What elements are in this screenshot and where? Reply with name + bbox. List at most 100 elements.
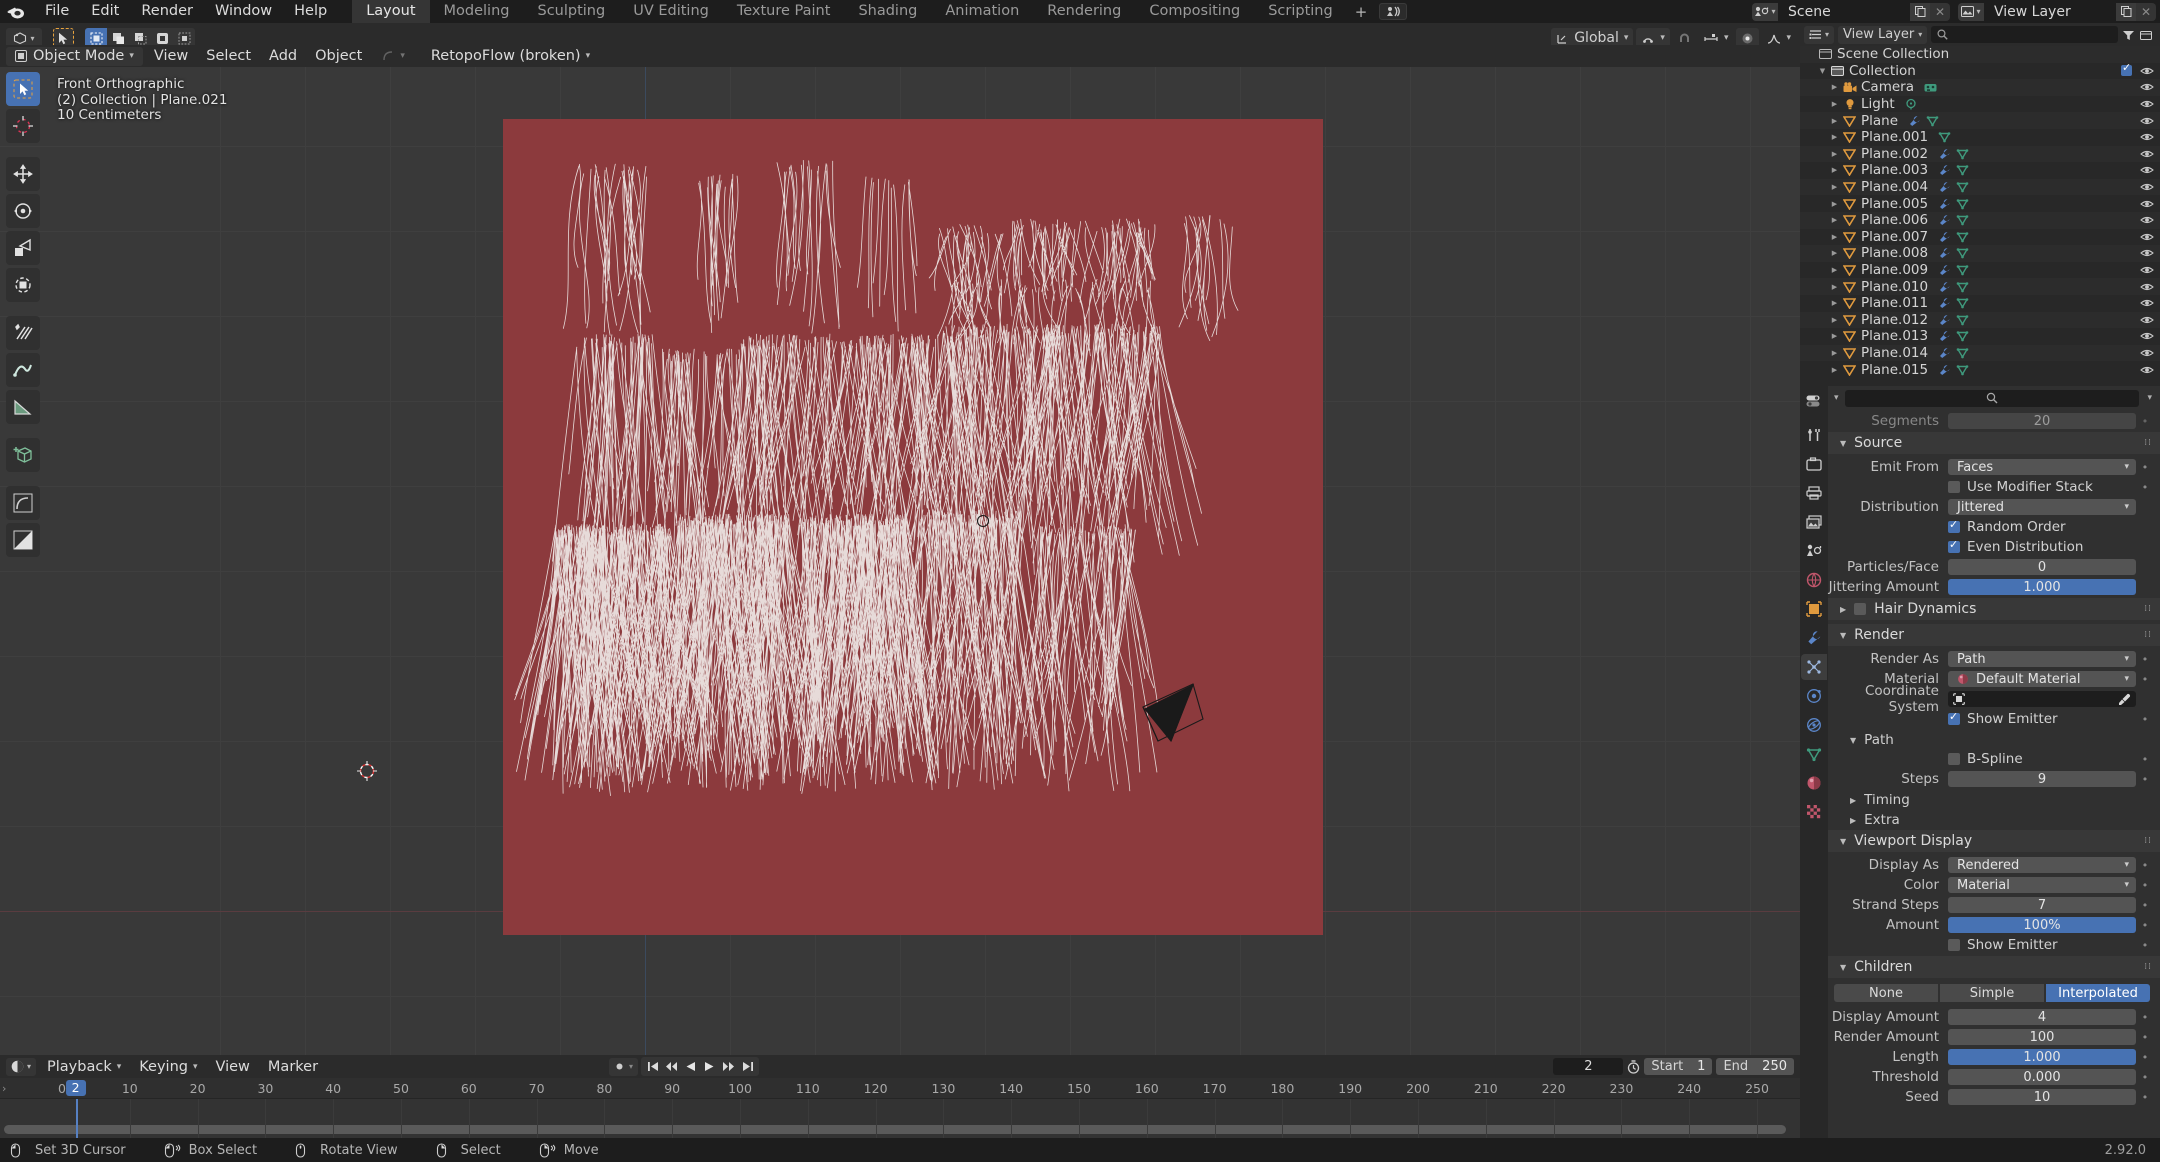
- 3d-viewport[interactable]: Front Orthographic (2) Collection | Plan…: [0, 67, 1800, 1055]
- mesh-data-icon[interactable]: [1956, 330, 1969, 342]
- children-mode-interpolated[interactable]: Interpolated: [2046, 984, 2150, 1002]
- picker-coordinate-system[interactable]: [1948, 691, 2136, 707]
- workspace-tab-layout[interactable]: Layout: [352, 0, 430, 23]
- properties-editor-type-button[interactable]: [1801, 388, 1827, 414]
- workspace-tab-sculpting[interactable]: Sculpting: [523, 0, 619, 23]
- properties-section-render[interactable]: ▼ Render ⁞⁞: [1828, 624, 2160, 646]
- tool-measure[interactable]: [6, 353, 40, 387]
- tool-scale[interactable]: [6, 231, 40, 265]
- checkbox[interactable]: [1948, 939, 1960, 951]
- chevron-down-icon[interactable]: ▾: [1786, 33, 1791, 43]
- dropdown-color[interactable]: Material ▾: [1948, 877, 2136, 893]
- outliner-row[interactable]: ▶ Plane.003: [1800, 162, 2160, 179]
- outliner-item-label[interactable]: Camera: [1858, 79, 1914, 95]
- snap-pivot-button[interactable]: ▾: [373, 47, 414, 66]
- checkbox-even-distribution[interactable]: Even Distribution: [1948, 538, 2136, 555]
- dropdown-distribution[interactable]: Jittered ▾: [1948, 499, 2136, 515]
- dropdown-emit-from[interactable]: Faces ▾: [1948, 459, 2136, 475]
- stopwatch-icon[interactable]: [1627, 1059, 1640, 1074]
- end-frame-field[interactable]: End 250: [1716, 1058, 1794, 1075]
- tool-corner-shape[interactable]: [6, 486, 40, 520]
- animate-decorator-icon[interactable]: •: [2140, 461, 2150, 474]
- workspace-tab-shading[interactable]: Shading: [844, 0, 931, 23]
- outliner-item-label[interactable]: Plane.014: [1858, 345, 1928, 361]
- chevron-right-icon[interactable]: ▶: [1828, 183, 1841, 191]
- outliner-row[interactable]: ▶ Plane.001: [1800, 129, 2160, 146]
- chevron-down-icon[interactable]: ▾: [1724, 33, 1729, 43]
- field-particles-face[interactable]: 0: [1948, 559, 2136, 575]
- tool-tweak-select-box[interactable]: [6, 72, 40, 106]
- outliner-row[interactable]: ▼ Collection ✓: [1800, 61, 2160, 80]
- new-view-layer-button[interactable]: [2116, 2, 2136, 21]
- outliner-item-label[interactable]: Collection: [1846, 63, 1916, 79]
- field-segments[interactable]: 20: [1948, 413, 2136, 429]
- mesh-data-icon[interactable]: [1956, 281, 1969, 293]
- eye-icon[interactable]: [2140, 315, 2154, 325]
- properties-section-viewport-display[interactable]: ▼ Viewport Display ⁞⁞: [1828, 830, 2160, 852]
- chevron-down-icon[interactable]: ▾: [129, 51, 134, 61]
- animate-decorator-icon[interactable]: •: [2140, 899, 2150, 912]
- view-layer-icon[interactable]: ▾: [1958, 2, 1984, 21]
- animate-decorator-icon[interactable]: •: [2140, 415, 2150, 428]
- modifier-icon[interactable]: [1938, 364, 1951, 376]
- menu-help[interactable]: Help: [283, 2, 338, 21]
- chevron-right-icon[interactable]: ▶: [1828, 117, 1841, 125]
- animate-decorator-icon[interactable]: •: [2140, 1071, 2150, 1084]
- modifier-icon[interactable]: [1908, 115, 1921, 127]
- remove-view-layer-button[interactable]: ✕: [2136, 2, 2156, 21]
- modifier-icon[interactable]: [1938, 247, 1951, 259]
- workspace-tab-compositing[interactable]: Compositing: [1135, 0, 1254, 23]
- jump-to-end-icon[interactable]: [738, 1057, 757, 1076]
- outliner-row[interactable]: ▶ Plane.011: [1800, 295, 2160, 312]
- texture-tab[interactable]: [1801, 799, 1827, 825]
- checkbox[interactable]: [1948, 538, 1960, 553]
- children-mode-none[interactable]: None: [1834, 984, 1938, 1002]
- scene-name-field[interactable]: Scene: [1778, 2, 1910, 21]
- outliner-item-label[interactable]: Plane.015: [1858, 362, 1928, 378]
- keying-set-button[interactable]: ▾: [609, 1057, 639, 1076]
- play-reverse-icon[interactable]: [681, 1057, 700, 1076]
- outliner-row[interactable]: ▶ Plane.014: [1800, 344, 2160, 362]
- tool-annotate[interactable]: [6, 316, 40, 350]
- viewport-menu-select[interactable]: Select: [197, 47, 260, 66]
- mode-selector[interactable]: Object Mode ▾: [6, 46, 143, 66]
- chevron-down-icon[interactable]: ▾: [1624, 33, 1629, 43]
- properties-section-hair-dynamics[interactable]: ▶ Hair Dynamics ⁞⁞: [1828, 598, 2160, 620]
- eye-icon[interactable]: [2140, 265, 2154, 275]
- checkbox-show-emitter[interactable]: Show Emitter: [1948, 937, 2136, 953]
- chevron-right-icon[interactable]: ▶: [1828, 299, 1841, 307]
- mesh-data-icon[interactable]: [1956, 347, 1969, 359]
- viewport-menu-view[interactable]: View: [145, 47, 197, 66]
- outliner-item-label[interactable]: Scene Collection: [1834, 46, 1949, 62]
- outliner-row[interactable]: ▶ Plane.006: [1800, 211, 2160, 229]
- chevron-right-icon[interactable]: ▶: [1828, 200, 1841, 208]
- outliner-item-label[interactable]: Plane: [1858, 113, 1898, 129]
- chevron-right-icon[interactable]: ▶: [1828, 366, 1841, 374]
- modifier-icon[interactable]: [1938, 281, 1951, 293]
- mesh-data-icon[interactable]: [1956, 297, 1969, 309]
- animate-decorator-icon[interactable]: •: [2140, 859, 2150, 872]
- modifier-icon[interactable]: [1938, 330, 1951, 342]
- chevron-right-icon[interactable]: ▶: [1828, 283, 1841, 291]
- timeline-menu-keying[interactable]: Keying ▾: [130, 1057, 206, 1076]
- output-tab[interactable]: [1801, 480, 1827, 506]
- physics-tab[interactable]: [1801, 683, 1827, 709]
- checkbox[interactable]: [1948, 710, 1960, 725]
- eye-icon[interactable]: [2140, 331, 2154, 341]
- field-render-amount[interactable]: 100: [1948, 1029, 2136, 1045]
- modifier-icon[interactable]: [1938, 231, 1951, 243]
- field-strand-steps[interactable]: 7: [1948, 897, 2136, 913]
- eye-icon[interactable]: [2140, 232, 2154, 242]
- timeline-editor-type-button[interactable]: ▾: [6, 1057, 37, 1076]
- timeline-menu-marker[interactable]: Marker: [259, 1057, 327, 1076]
- chevron-right-icon[interactable]: ▶: [1828, 316, 1841, 324]
- chevron-right-icon[interactable]: ▶: [1828, 133, 1841, 141]
- chevron-right-icon[interactable]: ▶: [1828, 349, 1841, 357]
- collection-exclude-checkbox[interactable]: ✓: [2121, 61, 2132, 77]
- eye-icon[interactable]: [2140, 248, 2154, 258]
- checkbox[interactable]: [1948, 518, 1960, 533]
- properties-subsection-timing[interactable]: ▶ Timing: [1828, 790, 2160, 810]
- retopoflow-menu[interactable]: RetopoFlow (broken) ▾: [422, 47, 599, 66]
- outliner-search-input[interactable]: [1931, 26, 2118, 43]
- chevron-down-icon[interactable]: ▾: [400, 51, 405, 61]
